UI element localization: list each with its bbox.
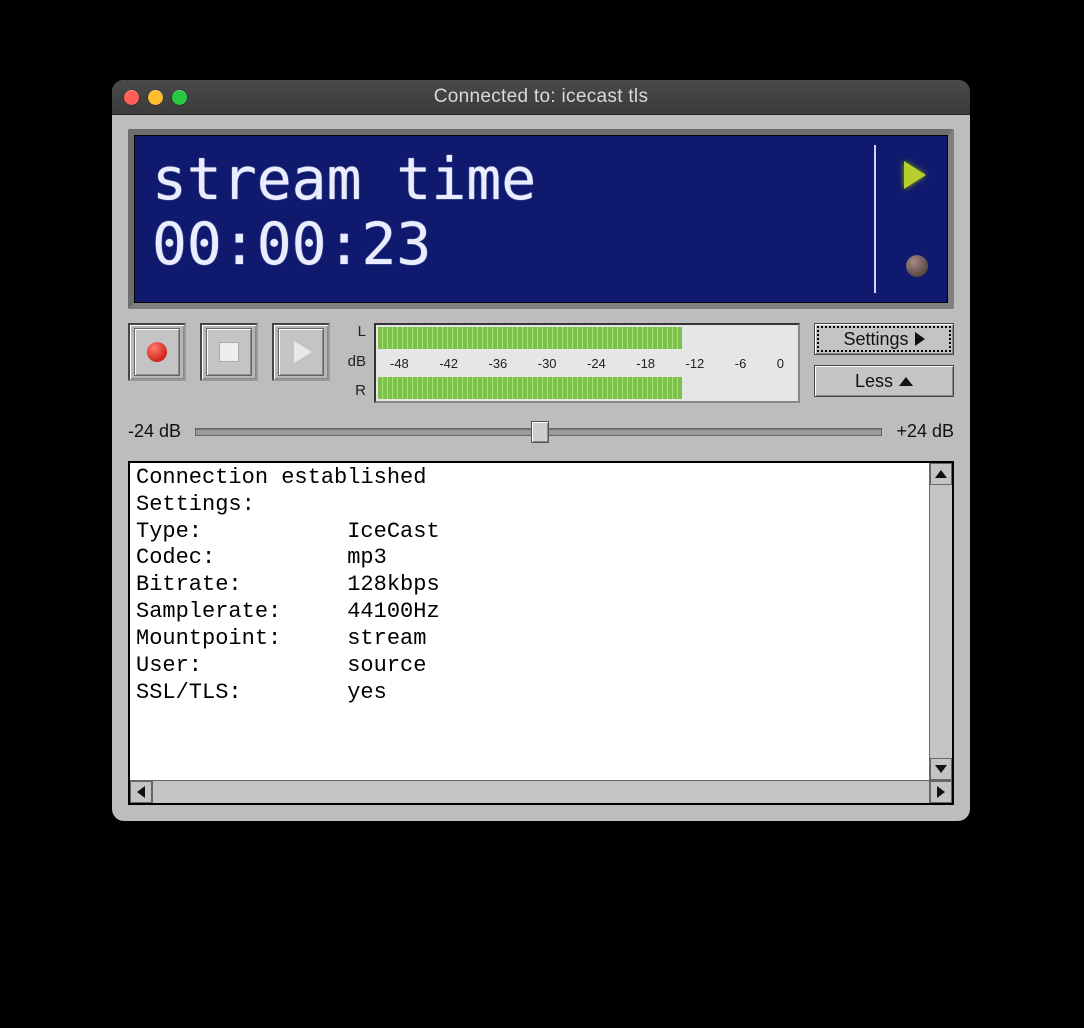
play-icon (294, 341, 312, 363)
titlebar[interactable]: Connected to: icecast tls (112, 80, 970, 115)
meter-tick: -24 (587, 356, 606, 371)
meter-tick: -48 (390, 356, 409, 371)
settings-label: Settings (843, 329, 908, 350)
log-text[interactable]: Connection established Settings: Type: I… (130, 463, 929, 780)
settings-button[interactable]: Settings (814, 323, 954, 355)
gain-min-label: -24 dB (128, 421, 181, 442)
chevron-right-icon (937, 786, 945, 798)
scroll-left-button[interactable] (130, 781, 152, 803)
streaming-indicator-icon (904, 161, 926, 189)
recording-indicator-icon (906, 255, 928, 277)
meter-scale: -48 -42 -36 -30 -24 -18 -12 -6 0 (376, 349, 798, 377)
scroll-up-button[interactable] (930, 463, 952, 485)
minimize-icon[interactable] (148, 90, 163, 105)
chevron-up-icon (899, 377, 913, 386)
lcd-line-1: stream time (152, 149, 536, 210)
meter-tick: -6 (735, 356, 747, 371)
meter-tick: -42 (439, 356, 458, 371)
chevron-left-icon (137, 786, 145, 798)
chevron-up-icon (935, 470, 947, 478)
lcd-line-2: 00:00:23 (152, 214, 536, 275)
chevron-down-icon (935, 765, 947, 773)
gain-slider[interactable] (195, 419, 882, 443)
zoom-icon[interactable] (172, 90, 187, 105)
vu-meter: L dB R -48 -42 -36 -30 -24 -18 (344, 323, 800, 403)
horizontal-scrollbar[interactable] (130, 780, 952, 803)
less-label: Less (855, 371, 893, 392)
meter-tick: -36 (489, 356, 508, 371)
record-button[interactable] (128, 323, 186, 381)
gain-max-label: +24 dB (896, 421, 954, 442)
stop-icon (219, 342, 239, 362)
stop-button[interactable] (200, 323, 258, 381)
record-icon (147, 342, 167, 362)
close-icon[interactable] (124, 90, 139, 105)
meter-left-label: L (344, 323, 366, 340)
chevron-right-icon (915, 332, 925, 346)
meter-tick: -30 (538, 356, 557, 371)
vertical-scrollbar[interactable] (929, 463, 952, 780)
meter-tick: -18 (636, 356, 655, 371)
play-button[interactable] (272, 323, 330, 381)
scroll-down-button[interactable] (930, 758, 952, 780)
gain-thumb[interactable] (531, 421, 549, 443)
scroll-right-button[interactable] (930, 781, 952, 803)
meter-bar-left (378, 327, 682, 349)
meter-tick: -12 (686, 356, 705, 371)
meter-unit-label: dB (344, 353, 366, 370)
meter-bar-right (378, 377, 682, 399)
window-title: Connected to: icecast tls (112, 86, 970, 108)
lcd-separator (874, 145, 876, 293)
log-panel: Connection established Settings: Type: I… (128, 461, 954, 805)
meter-tick: 0 (777, 356, 784, 371)
app-window: Connected to: icecast tls stream time 00… (112, 80, 970, 821)
lcd-display: stream time 00:00:23 (128, 129, 954, 309)
less-button[interactable]: Less (814, 365, 954, 397)
meter-right-label: R (344, 382, 366, 399)
